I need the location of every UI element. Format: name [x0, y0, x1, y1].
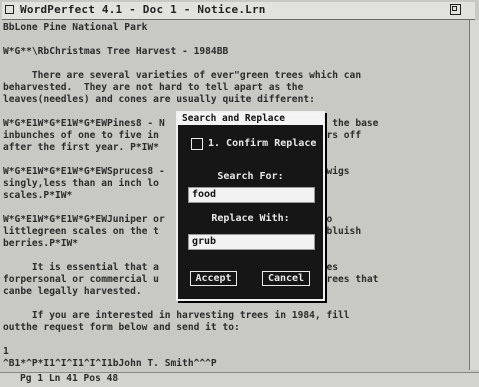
- document-line: ^B1*^P*I1^I^I1^I^I1bJohn T. Smith^^^P: [3, 358, 217, 369]
- document-line: 1: [3, 346, 9, 357]
- document-line: If you are interested in harvesting tree…: [3, 310, 350, 321]
- confirm-replace-label[interactable]: 1. Confirm Replace: [208, 138, 316, 149]
- wordperfect-screen: WordPerfect 4.1 - Doc 1 - Notice.Lrn BbL…: [0, 0, 479, 387]
- close-box-icon[interactable]: [5, 5, 14, 14]
- vertical-scrollbar[interactable]: [469, 20, 479, 370]
- window-title: WordPerfect 4.1 - Doc 1 - Notice.Lrn: [20, 3, 266, 16]
- search-for-label: Search For:: [217, 171, 284, 182]
- size-box-icon[interactable]: [450, 4, 461, 15]
- search-replace-dialog: Search and Replace 1. Confirm Replace Se…: [176, 111, 325, 301]
- window-title-bar[interactable]: WordPerfect 4.1 - Doc 1 - Notice.Lrn: [2, 2, 475, 20]
- search-input[interactable]: food: [188, 187, 315, 203]
- replace-with-label: Replace With:: [211, 213, 290, 224]
- document-line: BbLone Pine National Park: [3, 22, 148, 33]
- cursor-position: Pg 1 Ln 41 Pos 48: [20, 373, 119, 384]
- document-line: after the first year. P*IW*: [3, 142, 159, 153]
- document-line: outthe request form below and send it to…: [3, 322, 240, 333]
- status-bar: Pg 1 Ln 41 Pos 48: [0, 372, 479, 387]
- document-line: beharvested. They are not hard to tell a…: [3, 82, 304, 93]
- document-line: canbe legally harvested.: [3, 286, 142, 297]
- document-line: leaves(needles) and cones are usually qu…: [3, 94, 315, 105]
- document-line: scales.P*IW*: [3, 190, 73, 201]
- accept-button[interactable]: Accept: [190, 271, 237, 286]
- document-line: W*G**\RbChristmas Tree Harvest - 1984BB: [3, 46, 229, 57]
- cancel-button[interactable]: Cancel: [262, 271, 310, 286]
- confirm-replace-checkbox[interactable]: [191, 138, 203, 150]
- replace-input[interactable]: grub: [188, 234, 315, 250]
- document-line: berries.P*IW*: [3, 238, 79, 249]
- dialog-title[interactable]: Search and Replace: [178, 113, 323, 125]
- document-line: There are several varieties of ever"gree…: [3, 70, 362, 81]
